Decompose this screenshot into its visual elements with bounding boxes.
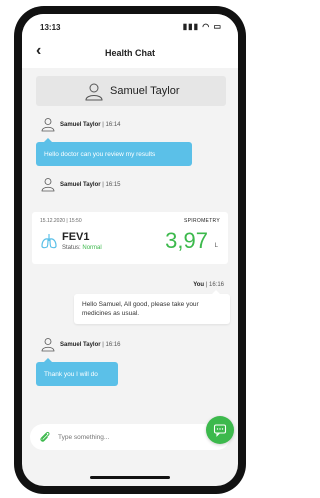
message-input[interactable] [58,430,178,444]
metric-unit: L [214,243,218,249]
message-text: Thank you I will do [44,370,98,378]
message-bubble: Thank you I will do [36,358,118,386]
wifi-icon: ◠ [202,22,211,31]
app-screen: 13:13 ▮▮▮ ◠ ▭ ‹ Health Chat Samuel Taylo… [22,14,238,486]
message-text: Hello Samuel, All good, please take your… [82,301,199,317]
message-sender: Samuel Taylor | 16:14 [40,116,160,136]
sender-name: Samuel Taylor [60,182,101,188]
user-avatar-icon [41,118,55,132]
spirometry-type: SPIROMETRY [184,218,220,224]
spirometry-card[interactable]: 15.12.2020 | 15:50 SPIROMETRY FEV1 Statu… [32,212,228,264]
paperclip-icon[interactable] [38,430,52,444]
sender-name: Samuel Taylor [60,342,101,348]
metric-name: FEV1 [62,231,90,243]
chat-icon [213,424,227,437]
page-title: Health Chat [104,48,155,58]
status-time: 13:13 [40,23,61,32]
contact-name: Samuel Taylor [110,85,180,97]
message-time: 16:16 [208,282,224,288]
message-time: 16:16 [105,342,121,348]
message-sender: Samuel Taylor | 16:16 [40,336,160,356]
message-sender: You | 16:16 [193,282,224,288]
message-sender: Samuel Taylor | 16:15 [40,176,160,196]
user-avatar-icon [41,178,55,192]
user-avatar-icon [85,83,103,101]
spirometry-date: 15.12.2020 | 15:50 [40,218,82,224]
message-composer [30,424,230,450]
user-avatar-icon [41,338,55,352]
message-bubble: Hello doctor can you review my results [36,138,192,166]
home-indicator [90,476,170,479]
status-value: Normal [82,245,102,251]
sender-name: You [193,282,205,288]
message-time: 16:15 [105,182,121,188]
status-label: Status: [62,245,81,251]
battery-icon: ▭ [213,22,222,31]
message-bubble: Hello Samuel, All good, please take your… [74,290,230,324]
sender-name: Samuel Taylor [60,122,101,128]
message-text: Hello doctor can you review my results [44,150,156,158]
lungs-icon [41,234,57,249]
send-button[interactable] [206,416,234,444]
metric-status: Status: Normal [62,245,102,251]
metric-value: 3,97 [165,228,208,253]
contact-header[interactable]: Samuel Taylor [36,76,226,106]
message-time: 16:14 [105,122,121,128]
signal-icon: ▮▮▮ [182,22,199,31]
nav-bar: ‹ Health Chat [22,38,238,68]
status-icons: ▮▮▮ ◠ ▭ [183,22,222,31]
status-bar: 13:13 ▮▮▮ ◠ ▭ [22,14,238,38]
